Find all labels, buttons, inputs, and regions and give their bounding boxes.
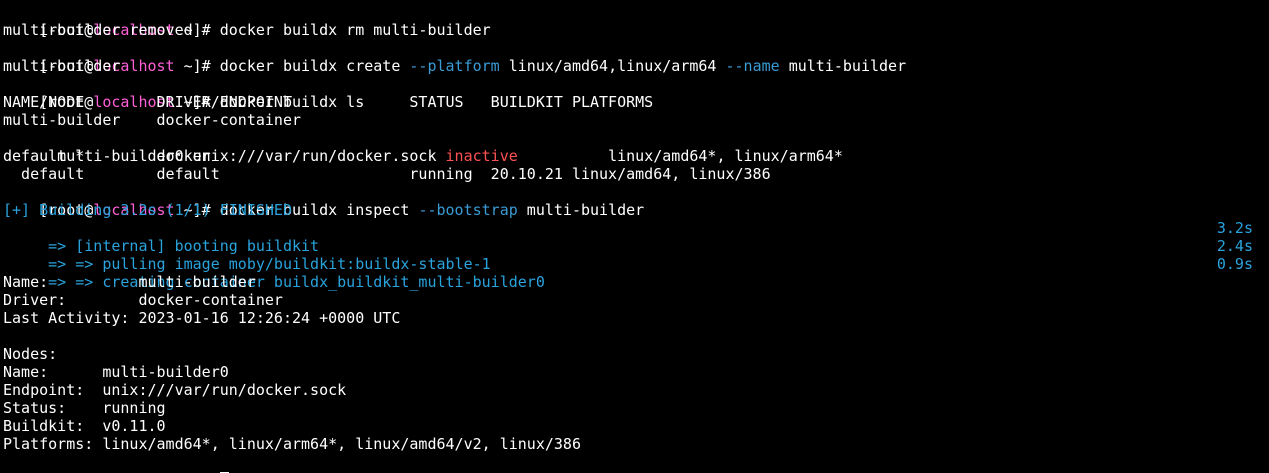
build-step: => [internal] booting buildkit 3.2s: [3, 219, 1269, 255]
build-step: => => pulling image moby/buildkit:buildx…: [3, 237, 1269, 273]
info-endpoint: Endpoint: unix:///var/run/docker.sock: [3, 381, 347, 399]
build-step: => => creating container buildx_buildkit…: [3, 255, 1269, 291]
info-driver: Driver: docker-container: [3, 291, 283, 309]
ls-table-row: default * docker: [3, 147, 211, 165]
info-last-activity: Last Activity: 2023-01-16 12:26:24 +0000…: [3, 309, 401, 327]
info-nodes-heading: Nodes:: [3, 345, 58, 363]
terminal-window[interactable]: [root@localhost ~]# docker buildx rm mul…: [0, 0, 1269, 473]
ls-table-row: multi-builder0 unix:///var/run/docker.so…: [3, 129, 1269, 165]
output-line: multi-builder: [3, 57, 121, 75]
build-step-time: 2.4s: [1216, 237, 1253, 255]
ls-table-row: default default running 20.10.21 linux/a…: [3, 165, 771, 183]
info-node-name: Name: multi-builder0: [3, 363, 229, 381]
ls-table-row: multi-builder docker-container: [3, 111, 302, 129]
info-platforms: Platforms: linux/amd64*, linux/arm64*, l…: [3, 435, 581, 453]
command-line-inspect: [root@localhost ~]# docker buildx inspec…: [3, 183, 1269, 219]
command-line-current[interactable]: [root@localhost ~]#: [3, 453, 1269, 473]
info-status: Status: running: [3, 399, 166, 417]
info-name: Name: multi-builder: [3, 273, 256, 291]
command-line-rm: [root@localhost ~]# docker buildx rm mul…: [3, 3, 1269, 39]
ls-table-header: NAME/NODE DRIVER/ENDPOINT STATUS BUILDKI…: [3, 93, 654, 111]
build-step-time: 3.2s: [1216, 219, 1253, 237]
build-header: [+] Building 3.2s (1/1) FINISHED: [3, 201, 292, 219]
command-line-create: [root@localhost ~]# docker buildx create…: [3, 39, 1269, 75]
command-line-ls: [root@localhost ~]# docker buildx ls: [3, 75, 1269, 111]
info-buildkit: Buildkit: v0.11.0: [3, 417, 166, 435]
output-line: multi-builder removed: [3, 21, 193, 39]
build-step-time: 0.9s: [1216, 255, 1253, 273]
